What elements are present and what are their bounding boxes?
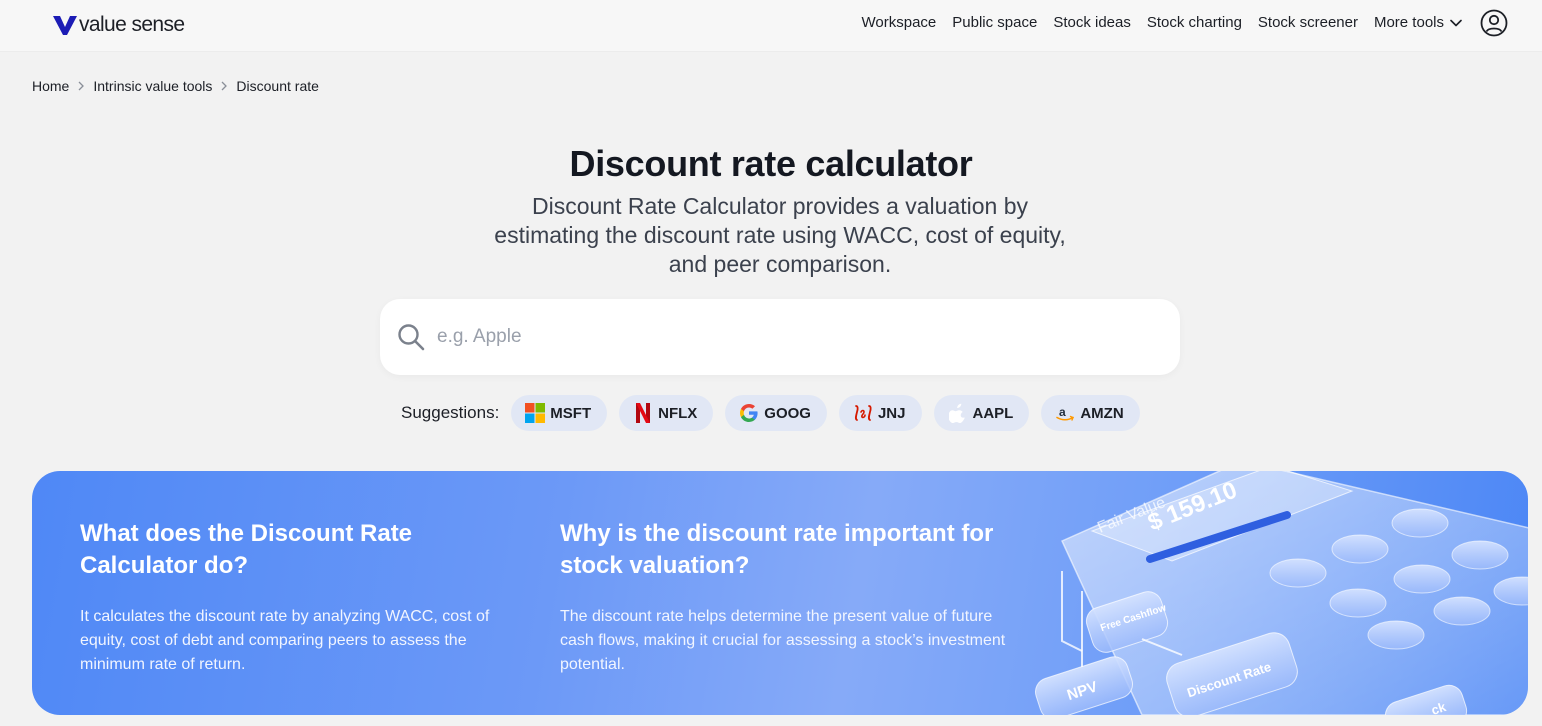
info-heading-why: Why is the discount rate important for s… xyxy=(560,520,994,579)
suggestions: Suggestions: MSFT NFLX GOOG JNJ AAPL a A… xyxy=(401,395,1152,431)
account-icon[interactable] xyxy=(1480,9,1508,37)
search-input[interactable] xyxy=(437,317,1137,357)
netflix-logo-icon xyxy=(633,403,653,423)
nav-stock-screener[interactable]: Stock screener xyxy=(1258,11,1358,35)
search-icon xyxy=(398,324,425,351)
suggestion-ticker: GOOG xyxy=(764,404,811,422)
main-nav: Workspace Public space Stock ideas Stock… xyxy=(846,9,1509,37)
suggestions-label: Suggestions: xyxy=(401,403,500,422)
suggestion-chip-aapl[interactable]: AAPL xyxy=(933,395,1030,431)
svg-text:a: a xyxy=(1059,405,1066,419)
suggestion-ticker: AMZN xyxy=(1080,404,1124,422)
suggestion-ticker: AAPL xyxy=(972,404,1014,422)
microsoft-logo-icon xyxy=(525,403,546,423)
info-body-why: The discount rate helps determine the pr… xyxy=(560,608,1006,673)
nav-stock-charting[interactable]: Stock charting xyxy=(1147,11,1242,35)
value-sense-logo-icon xyxy=(53,15,77,35)
suggestion-ticker: JNJ xyxy=(877,404,906,422)
suggestion-ticker: MSFT xyxy=(550,404,592,422)
page-title: Discount rate calculator xyxy=(569,143,973,184)
breadcrumb-home[interactable]: Home xyxy=(32,77,69,95)
suggestion-chip-jnj[interactable]: JNJ xyxy=(838,395,922,431)
breadcrumb-intrinsic-value-tools[interactable]: Intrinsic value tools xyxy=(93,77,212,95)
suggestion-chip-nflx[interactable]: NFLX xyxy=(619,395,714,431)
suggestion-ticker: NFLX xyxy=(658,404,698,422)
info-banner: What does the Discount Rate Calculator d… xyxy=(32,471,1528,715)
chevron-down-icon xyxy=(1450,19,1462,27)
chevron-right-icon xyxy=(221,81,228,91)
suggestion-chip-amzn[interactable]: a AMZN xyxy=(1041,395,1140,431)
nav-more-tools[interactable]: More tools xyxy=(1374,11,1462,35)
logo-text: value sense xyxy=(79,13,185,36)
nav-workspace[interactable]: Workspace xyxy=(862,11,937,35)
page-subtitle: Discount Rate Calculator provides a valu… xyxy=(494,193,1066,277)
breadcrumb: Home Intrinsic value tools Discount rate xyxy=(32,77,319,95)
info-heading-what: What does the Discount Rate Calculator d… xyxy=(80,520,413,579)
top-navigation-bar: value sense Workspace Public space Stock… xyxy=(0,0,1542,52)
logo[interactable]: value sense xyxy=(52,12,185,37)
nav-public-space[interactable]: Public space xyxy=(952,11,1037,35)
calculator-illustration: Fair Value $ 159.10 Free Cashflow NPV Di… xyxy=(1035,471,1528,715)
breadcrumb-discount-rate: Discount rate xyxy=(236,78,319,94)
chevron-right-icon xyxy=(78,81,85,91)
apple-logo-icon xyxy=(948,403,968,423)
search-box[interactable] xyxy=(380,299,1180,375)
info-column-what: What does the Discount Rate Calculator d… xyxy=(80,518,530,677)
jnj-logo-icon xyxy=(853,403,873,423)
nav-stock-ideas[interactable]: Stock ideas xyxy=(1053,11,1131,35)
nav-more-tools-label: More tools xyxy=(1373,14,1444,31)
amazon-logo-icon: a xyxy=(1055,403,1075,423)
suggestion-chip-msft[interactable]: MSFT xyxy=(511,395,608,431)
google-logo-icon xyxy=(739,403,759,423)
info-body-what: It calculates the discount rate by analy… xyxy=(80,608,490,673)
info-column-why: Why is the discount rate important for s… xyxy=(560,518,1010,677)
suggestion-chip-goog[interactable]: GOOG xyxy=(725,395,827,431)
